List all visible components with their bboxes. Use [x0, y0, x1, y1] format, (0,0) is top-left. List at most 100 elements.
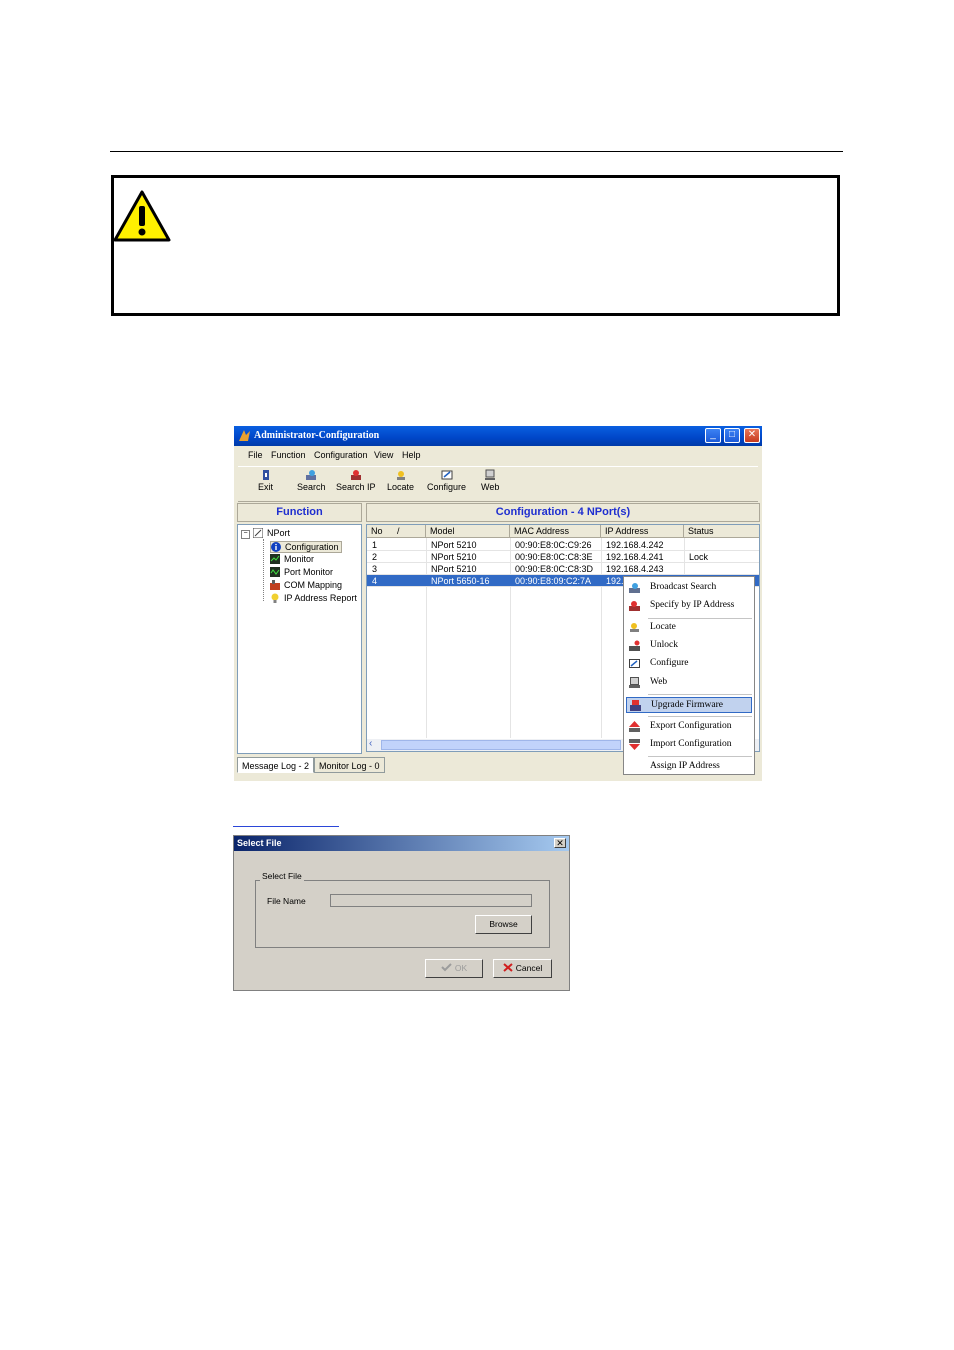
hyperlink-underline[interactable]: [233, 826, 339, 827]
locate-icon: [630, 623, 639, 632]
tree-item-ip-address-report[interactable]: IP Address Report: [270, 593, 357, 603]
context-menu: Broadcast Search Specify by IP Address L…: [623, 576, 755, 775]
exit-tool[interactable]: Exit: [258, 469, 273, 492]
ctx-import-configuration[interactable]: Import Configuration: [626, 737, 752, 753]
locate-icon: [396, 471, 405, 480]
menu-file[interactable]: File: [248, 450, 263, 460]
cell-model: NPort 5210: [431, 540, 477, 550]
config-header: Configuration - 4 NPort(s): [366, 503, 760, 522]
tab-message-log[interactable]: Message Log - 2: [237, 757, 315, 773]
ctx-upgrade-firmware[interactable]: Upgrade Firmware: [626, 697, 752, 713]
search-tool[interactable]: Search: [297, 469, 326, 492]
minimize-button[interactable]: _: [705, 428, 721, 443]
bulb-icon: [271, 593, 279, 603]
col-header-model[interactable]: Model: [426, 525, 510, 538]
tab-monitor-log[interactable]: Monitor Log - 0: [314, 757, 385, 773]
maximize-button[interactable]: □: [724, 428, 740, 443]
exit-icon: [262, 470, 269, 480]
menu-configuration[interactable]: Configuration: [314, 450, 368, 460]
group-label: Select File: [260, 871, 304, 881]
search-label: Search: [297, 482, 326, 492]
cross-icon: [503, 963, 513, 972]
scrollbar-thumb[interactable]: [381, 740, 621, 750]
col-label: No: [371, 526, 383, 536]
table-row[interactable]: 2 NPort 5210 00:90:E8:0C:C8:3E 192.168.4…: [367, 551, 759, 563]
search-ip-tool[interactable]: Search IP: [336, 469, 376, 492]
com-mapping-icon: [270, 580, 280, 590]
browse-button[interactable]: Browse: [475, 915, 532, 934]
select-file-dialog: Select File ✕ Select File File Name Brow…: [233, 835, 570, 991]
ctx-locate[interactable]: Locate: [626, 620, 752, 636]
toolbar: Exit Search Search IP Locate Configure W…: [238, 466, 758, 502]
port-monitor-icon: [270, 567, 280, 577]
specify-ip-icon: [629, 601, 640, 611]
web-icon: [485, 469, 496, 480]
table-row[interactable]: 1 NPort 5210 00:90:E8:0C:C9:26 192.168.4…: [367, 539, 759, 551]
configure-label: Configure: [427, 482, 467, 492]
tree-item-com-mapping[interactable]: COM Mapping: [270, 580, 342, 590]
tree-label: COM Mapping: [284, 580, 343, 590]
ctx-broadcast-search[interactable]: Broadcast Search: [626, 580, 752, 596]
dialog-close-button[interactable]: ✕: [554, 838, 566, 848]
locate-tool[interactable]: Locate: [387, 469, 414, 492]
tree-item-port-monitor[interactable]: Port Monitor: [270, 567, 333, 577]
tree-label: Port Monitor: [284, 567, 334, 577]
locate-label: Locate: [387, 482, 415, 492]
tree-item-monitor[interactable]: Monitor: [270, 554, 314, 564]
monitor-icon: [270, 554, 280, 564]
menu-help[interactable]: Help: [402, 450, 421, 460]
search-icon: [306, 470, 317, 480]
select-file-group: [255, 880, 550, 948]
tree-label: Configuration: [285, 542, 339, 552]
ctx-label: Configure: [650, 658, 689, 668]
scroll-left-icon[interactable]: ‹: [369, 738, 372, 749]
col-header-status[interactable]: Status: [684, 525, 759, 538]
ctx-label: Export Configuration: [650, 721, 732, 731]
menu-view[interactable]: View: [374, 450, 393, 460]
close-button[interactable]: ✕: [744, 428, 760, 443]
ok-button[interactable]: OK: [425, 959, 483, 978]
ctx-separator: [648, 694, 752, 695]
ctx-configure[interactable]: Configure: [626, 656, 752, 672]
col-header-ip[interactable]: IP Address: [601, 525, 684, 538]
table-row[interactable]: 3 NPort 5210 00:90:E8:0C:C8:3D 192.168.4…: [367, 563, 759, 575]
ctx-specify-by-ip[interactable]: Specify by IP Address: [626, 598, 752, 614]
ctx-label: Import Configuration: [650, 739, 732, 749]
ctx-unlock[interactable]: Unlock: [626, 638, 752, 654]
configure-tool[interactable]: Configure: [427, 469, 466, 492]
cell-ip: 192.: [606, 576, 624, 586]
function-header: Function: [237, 503, 362, 522]
file-name-label: File Name: [267, 896, 306, 906]
import-icon: [629, 739, 640, 750]
ctx-web[interactable]: Web: [626, 675, 752, 691]
ctx-label: Unlock: [650, 640, 678, 650]
menu-function[interactable]: Function: [271, 450, 306, 460]
ctx-assign-ip-address[interactable]: Assign IP Address: [626, 759, 752, 775]
col-header-no[interactable]: No /: [367, 525, 426, 538]
col-header-mac[interactable]: MAC Address: [510, 525, 601, 538]
info-icon: [271, 542, 281, 552]
cell-ip: 192.168.4.243: [606, 564, 664, 574]
configure-icon: [441, 470, 453, 480]
web-icon: [629, 677, 640, 688]
file-name-field[interactable]: [330, 894, 532, 907]
ctx-separator: [648, 716, 752, 717]
broadcast-search-icon: [629, 583, 640, 593]
ctx-label: Upgrade Firmware: [651, 700, 724, 710]
cell-mac: 00:90:E8:0C:C8:3D: [515, 564, 594, 574]
cell-status: Lock: [689, 552, 709, 562]
tree-root[interactable]: − NPort: [241, 528, 290, 539]
sort-indicator: /: [397, 526, 400, 536]
upgrade-firmware-icon: [630, 700, 641, 711]
web-label: Web: [481, 482, 500, 492]
cell-no: 3: [372, 564, 378, 574]
tree-root-label: NPort: [267, 528, 291, 538]
tree-item-configuration[interactable]: Configuration: [270, 541, 342, 553]
cell-model: NPort 5210: [431, 564, 477, 574]
ctx-export-configuration[interactable]: Export Configuration: [626, 719, 752, 735]
cancel-button[interactable]: Cancel: [493, 959, 552, 978]
cell-mac: 00:90:E8:0C:C9:26: [515, 540, 592, 550]
cell-model: NPort 5650-16: [431, 576, 490, 586]
web-tool[interactable]: Web: [481, 469, 499, 492]
exit-label: Exit: [258, 482, 274, 492]
